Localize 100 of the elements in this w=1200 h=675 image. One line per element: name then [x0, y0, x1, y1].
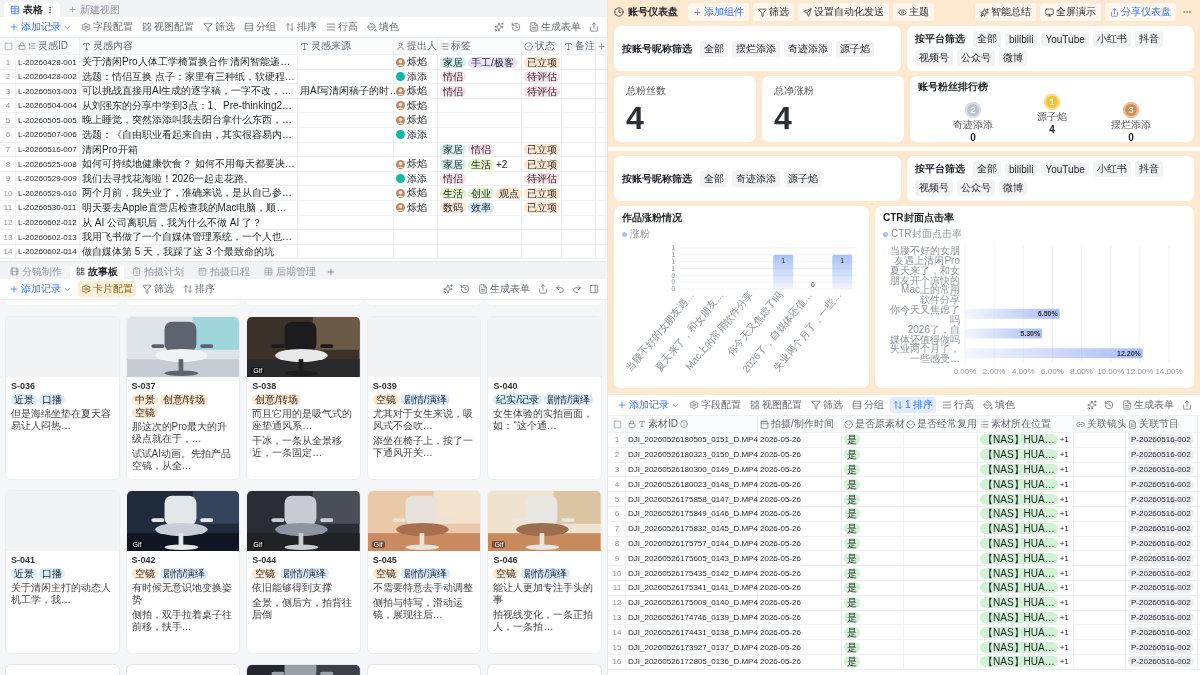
toolbar-button[interactable]: 分享仪表盘 — [1105, 3, 1176, 21]
filter-option[interactable]: 微博 — [999, 50, 1027, 66]
history-button[interactable] — [458, 282, 472, 296]
table-cell: 2026-05-26 — [760, 568, 801, 578]
filter-option[interactable]: 摆烂添添 — [732, 40, 780, 57]
story-card[interactable]: S-036 近景 口播 但是海绵坐垫在夏天容易让人闷热… — [5, 316, 120, 480]
row-number: 5 — [614, 494, 620, 504]
filter-option[interactable]: 源子焰 — [784, 170, 822, 187]
filter-option[interactable]: 公众号 — [957, 50, 995, 66]
generate-form-button[interactable]: 生成表单 — [526, 19, 584, 35]
toolbar-button[interactable]: 行高 — [323, 19, 361, 35]
story-card[interactable]: S-037 中景 创意/转场 空镜 那这次的Pro最大的升级点就在于，… 试试AI动画。先拍产品空镜，从全… — [125, 316, 241, 480]
filter-option[interactable]: 小红书 — [1092, 31, 1131, 47]
toolbar-button[interactable]: 智能总结 — [975, 3, 1036, 21]
story-card[interactable]: S-040 纪实/记录 剧情/演绎 女生体验的实拍画面，如：“这个通… — [487, 316, 602, 480]
filter-option[interactable]: 源子焰 — [836, 40, 874, 57]
add-record-button[interactable]: 添加记录 — [6, 282, 75, 296]
toolbar-button[interactable]: 排序 — [180, 281, 218, 297]
text-field-icon — [638, 420, 646, 428]
history-button[interactable] — [1102, 398, 1116, 412]
dropdown-field-icon — [844, 419, 853, 429]
column-header[interactable]: 拍摄/制作时间 — [758, 416, 842, 432]
sparkle-button[interactable] — [1085, 398, 1099, 412]
option-tag: 是 — [844, 611, 860, 623]
column-header[interactable]: 灵感ID — [16, 38, 80, 54]
column-header[interactable]: 状态 — [522, 38, 562, 54]
column-header[interactable]: 备注 — [562, 38, 596, 54]
filter-option[interactable]: 视频号 — [915, 50, 953, 66]
column-header[interactable]: 关联节目 — [1126, 416, 1198, 432]
story-card[interactable]: S-041 近景 口播 关于清闲主打的动态人机工学，我… — [5, 490, 120, 654]
filter-option[interactable]: 视频号 — [915, 180, 953, 196]
filter-option[interactable]: 奇迹添添 — [784, 40, 832, 57]
column-header[interactable]: 标签 — [438, 38, 522, 54]
filter-option[interactable]: 微博 — [999, 180, 1027, 196]
card-text: 不需要特意去手动调整 — [372, 582, 474, 594]
filter-option[interactable]: 抖音 — [1134, 161, 1163, 177]
share-button[interactable] — [1180, 398, 1194, 412]
filter-option[interactable]: YouTube — [1041, 162, 1089, 176]
sheet-tab[interactable]: 故事板 — [70, 264, 124, 279]
linked-record-tag: P-20260516-002 — [1128, 537, 1194, 549]
column-header[interactable]: 素材ID — [626, 416, 758, 432]
filter-option[interactable]: 全部 — [973, 31, 1001, 47]
share-button[interactable] — [587, 20, 601, 34]
filter-option[interactable]: bilibili — [1005, 32, 1038, 46]
filter-option[interactable]: 抖音 — [1134, 31, 1163, 47]
panel-button[interactable] — [587, 282, 601, 296]
toolbar-button[interactable]: 全屏演示 — [1040, 3, 1101, 21]
toolbar-button[interactable]: 添加组件 — [688, 3, 749, 21]
column-header[interactable]: 是否经常复用 — [904, 416, 978, 432]
toolbar-button[interactable]: 字段配置 — [686, 397, 744, 413]
toolbar-button[interactable]: 填色 — [364, 19, 402, 35]
toolbar-button[interactable]: 排序 — [282, 19, 320, 35]
toolbar-button[interactable]: 1 排序 — [890, 397, 937, 413]
toolbar-button[interactable]: 筛选 — [139, 281, 177, 297]
filter-option[interactable]: 小红书 — [1092, 161, 1131, 177]
column-header[interactable]: 关联镜头 — [1074, 416, 1126, 432]
toolbar-button[interactable]: 视图配置 — [747, 397, 805, 413]
more-count: +1 — [1059, 627, 1069, 637]
toolbar-button[interactable]: 填色 — [980, 397, 1019, 413]
toolbar-button[interactable]: 行高 — [939, 397, 978, 413]
column-header[interactable]: 是否原素材 — [842, 416, 904, 432]
filter-option[interactable]: 全部 — [973, 161, 1001, 177]
story-card[interactable]: S-039 空镜 剧情/演绎 尤其对于女生来说，吸风式不会吹… 添坐在椅子上，按了一下通风开关… — [366, 316, 482, 480]
document-icon — [1128, 419, 1137, 429]
generate-form-button[interactable]: 生成表单 — [475, 281, 533, 297]
add-record-button[interactable]: 添加记录 — [6, 20, 75, 34]
history-button[interactable] — [509, 20, 523, 34]
column-header[interactable]: 灵感内容 — [80, 38, 298, 54]
filter-option[interactable]: 全部 — [700, 170, 728, 187]
toolbar-button[interactable]: 分组 — [849, 397, 887, 413]
avatar-icon — [396, 57, 405, 67]
add-record-button[interactable]: 添加记录 — [614, 398, 683, 412]
filter-option[interactable]: bilibili — [1005, 162, 1038, 176]
generate-form-button[interactable]: 生成表单 — [1119, 397, 1177, 413]
row-number: 4 — [5, 101, 11, 111]
filter-option[interactable]: 公众号 — [957, 180, 995, 196]
redo-button[interactable] — [570, 282, 584, 296]
filter-option[interactable]: 全部 — [700, 40, 728, 57]
column-header[interactable]: 提出人 — [394, 38, 438, 54]
plus-icon — [693, 7, 702, 17]
filter-option[interactable]: 奇迹添添 — [732, 170, 780, 187]
toolbar-button[interactable]: 筛选 — [808, 397, 846, 413]
column-header[interactable]: 素材所在位置 — [978, 416, 1074, 432]
filter-option[interactable]: YouTube — [1041, 32, 1089, 46]
share-button[interactable] — [536, 282, 550, 296]
sparkle-button[interactable] — [441, 282, 455, 296]
view-tab[interactable]: 表格 — [4, 2, 60, 17]
toolbar-button[interactable]: 设置自动化发送 — [798, 3, 889, 21]
linked-record-tag: P-20260516-002 — [1128, 626, 1194, 638]
toolbar-button[interactable]: 主题 — [893, 3, 934, 21]
toolbar-button[interactable]: 筛选 — [200, 19, 238, 35]
toolbar-button[interactable]: 视图配置 — [139, 19, 197, 35]
toolbar-button[interactable]: 分组 — [241, 19, 279, 35]
column-header[interactable]: 灵感来源 — [298, 38, 394, 54]
toolbar-button[interactable]: 字段配置 — [78, 19, 136, 35]
undo-button[interactable] — [553, 282, 567, 296]
toolbar-button[interactable]: 卡片配置 — [78, 281, 136, 297]
avatar-icon — [396, 188, 405, 198]
toolbar-button[interactable]: 筛选 — [753, 3, 794, 21]
sparkle-button[interactable] — [492, 20, 506, 34]
